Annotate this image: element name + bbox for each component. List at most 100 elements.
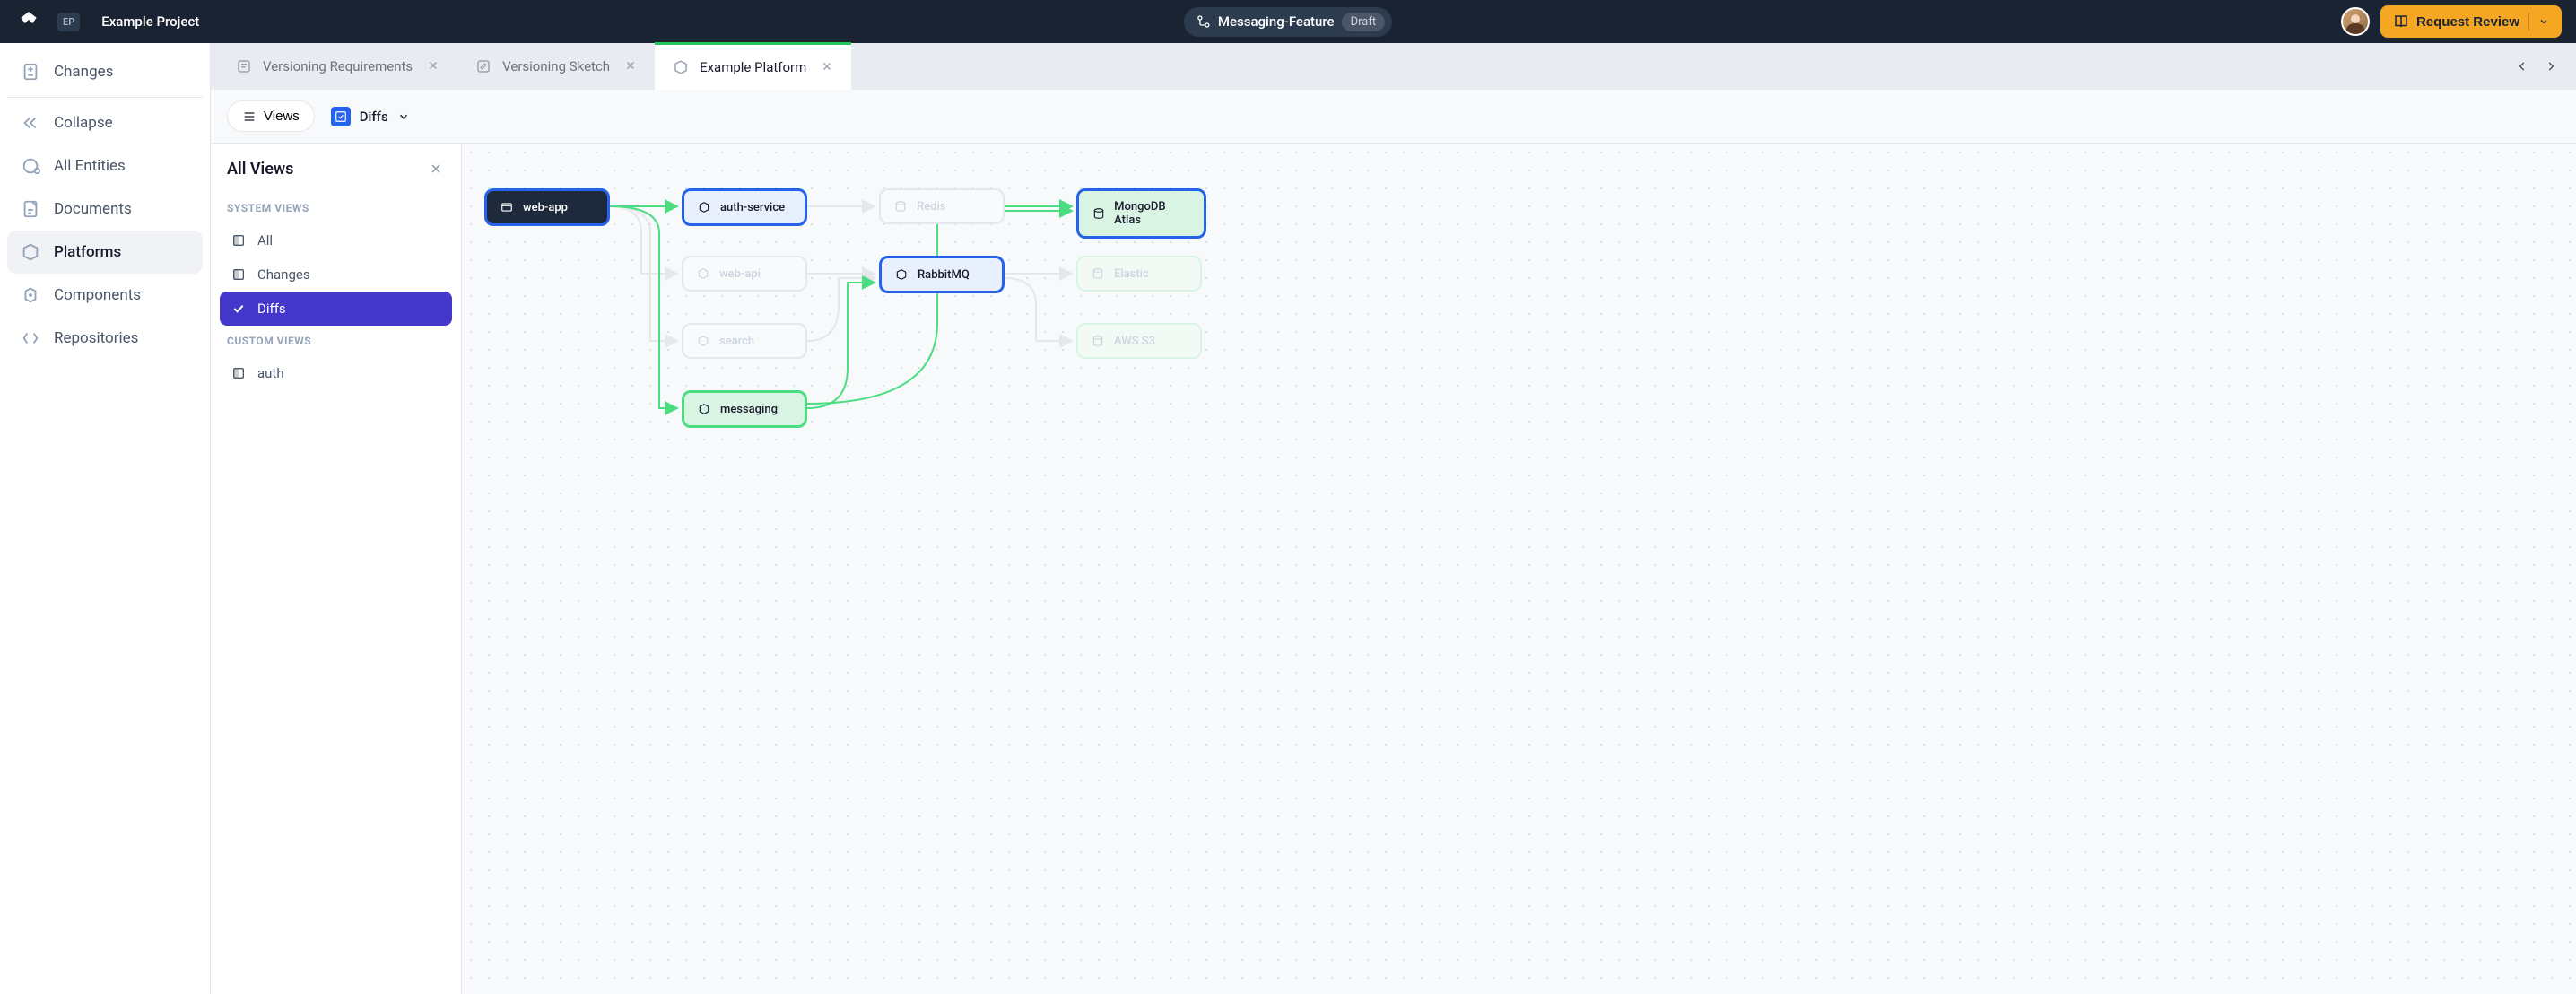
hexagon-icon	[696, 334, 710, 348]
view-item-auth[interactable]: auth	[220, 356, 452, 390]
sidebar-label: Changes	[54, 63, 113, 81]
close-icon[interactable]	[624, 59, 639, 74]
node-label: AWS S3	[1114, 335, 1155, 348]
node-label: MongoDB Atlas	[1114, 200, 1191, 227]
diffs-selector[interactable]: Diffs	[331, 107, 410, 126]
close-icon[interactable]	[429, 161, 445, 178]
sidebar-label: Repositories	[54, 329, 138, 347]
sidebar-label: Components	[54, 286, 141, 304]
node-web-app[interactable]: web-app	[484, 188, 610, 226]
tab-example-platform[interactable]: Example Platform	[655, 42, 851, 90]
hexagon-icon	[697, 200, 711, 214]
node-label: auth-service	[720, 201, 785, 214]
database-icon	[1091, 266, 1105, 281]
view-item-all[interactable]: All	[220, 223, 452, 257]
sidebar-item-changes[interactable]: Changes	[7, 50, 203, 93]
sidebar-label: Collapse	[54, 114, 113, 132]
node-redis[interactable]: Redis	[879, 188, 1005, 224]
node-label: Elastic	[1114, 267, 1149, 281]
view-item-changes[interactable]: Changes	[220, 257, 452, 292]
project-badge: EP	[57, 13, 80, 31]
tab-label: Versioning Requirements	[263, 58, 413, 74]
node-label: web-api	[719, 267, 761, 281]
node-elastic[interactable]: Elastic	[1076, 256, 1202, 292]
node-label: search	[719, 335, 754, 348]
menu-icon	[242, 109, 257, 124]
sidebar-label: Platforms	[54, 243, 121, 261]
hexagon-icon	[894, 267, 909, 282]
views-label: Views	[264, 109, 300, 124]
tab-versioning-requirements[interactable]: Versioning Requirements	[218, 43, 457, 90]
node-label: web-app	[523, 201, 568, 214]
request-review-button[interactable]: Request Review	[2380, 5, 2562, 38]
diff-filter-icon	[331, 107, 351, 126]
tab-versioning-sketch[interactable]: Versioning Sketch	[457, 43, 655, 90]
database-icon	[893, 199, 908, 214]
avatar[interactable]	[2341, 7, 2370, 36]
node-aws-s3[interactable]: AWS S3	[1076, 323, 1202, 359]
tab-next-button[interactable]	[2540, 56, 2562, 77]
tab-label: Example Platform	[700, 59, 806, 75]
node-messaging[interactable]: messaging	[682, 390, 807, 428]
views-panel-title: All Views	[227, 160, 293, 179]
tabbar: Versioning Requirements Versioning Sketc…	[211, 43, 2576, 90]
tab-prev-button[interactable]	[2511, 56, 2533, 77]
sidebar: Changes Collapse All Entities Documents …	[0, 43, 211, 994]
close-icon[interactable]	[821, 60, 835, 74]
view-label: All	[257, 232, 273, 248]
browser-icon	[500, 200, 514, 214]
node-rabbitmq[interactable]: RabbitMQ	[879, 256, 1005, 293]
platforms-icon	[20, 241, 41, 263]
node-label: messaging	[720, 403, 778, 416]
sidebar-item-entities[interactable]: All Entities	[7, 144, 203, 187]
views-panel: All Views SYSTEM VIEWS All Changes Diffs…	[211, 144, 462, 994]
views-button[interactable]: Views	[227, 100, 315, 132]
custom-views-label: CUSTOM VIEWS	[220, 326, 452, 356]
node-auth-service[interactable]: auth-service	[682, 188, 807, 226]
view-label: Diffs	[257, 301, 286, 317]
database-icon	[1091, 334, 1105, 348]
branch-pill[interactable]: Messaging-Feature Draft	[1184, 7, 1392, 37]
collapse-icon	[20, 112, 41, 134]
sidebar-label: All Entities	[54, 157, 126, 175]
documents-icon	[20, 198, 41, 220]
chevron-down-icon	[2538, 16, 2549, 27]
doc-icon	[234, 57, 254, 76]
chevron-down-icon	[397, 110, 410, 123]
platform-icon	[671, 57, 691, 77]
branch-icon	[1197, 14, 1211, 29]
sidebar-label: Documents	[54, 200, 132, 218]
node-web-api[interactable]: web-api	[682, 256, 807, 292]
components-icon	[20, 284, 41, 306]
system-views-label: SYSTEM VIEWS	[220, 193, 452, 223]
app-logo[interactable]	[14, 7, 43, 36]
entities-icon	[20, 155, 41, 177]
request-review-label: Request Review	[2416, 14, 2519, 30]
node-label: RabbitMQ	[918, 268, 970, 282]
sidebar-item-collapse[interactable]: Collapse	[7, 101, 203, 144]
view-item-diffs[interactable]: Diffs	[220, 292, 452, 326]
sidebar-item-documents[interactable]: Documents	[7, 187, 203, 231]
sketch-icon	[474, 57, 493, 76]
canvas[interactable]: web-app auth-service web-api search mess…	[462, 144, 2576, 994]
sidebar-item-repositories[interactable]: Repositories	[7, 317, 203, 360]
draft-badge: Draft	[1342, 13, 1386, 31]
sidebar-item-components[interactable]: Components	[7, 274, 203, 317]
node-search[interactable]: search	[682, 323, 807, 359]
view-label: auth	[257, 365, 284, 381]
project-name[interactable]: Example Project	[101, 13, 199, 30]
book-icon	[2393, 13, 2409, 30]
topbar: EP Example Project Messaging-Feature Dra…	[0, 0, 2576, 43]
node-mongodb[interactable]: MongoDB Atlas	[1076, 188, 1206, 239]
toolbar: Views Diffs	[211, 90, 2576, 144]
square-icon	[231, 232, 247, 248]
hexagon-icon	[697, 402, 711, 416]
square-icon	[231, 266, 247, 283]
close-icon[interactable]	[427, 59, 441, 74]
database-icon	[1092, 206, 1105, 221]
diff-icon	[20, 61, 41, 83]
branch-name: Messaging-Feature	[1218, 13, 1335, 30]
sidebar-item-platforms[interactable]: Platforms	[7, 231, 203, 274]
check-icon	[231, 301, 247, 317]
repositories-icon	[20, 327, 41, 349]
